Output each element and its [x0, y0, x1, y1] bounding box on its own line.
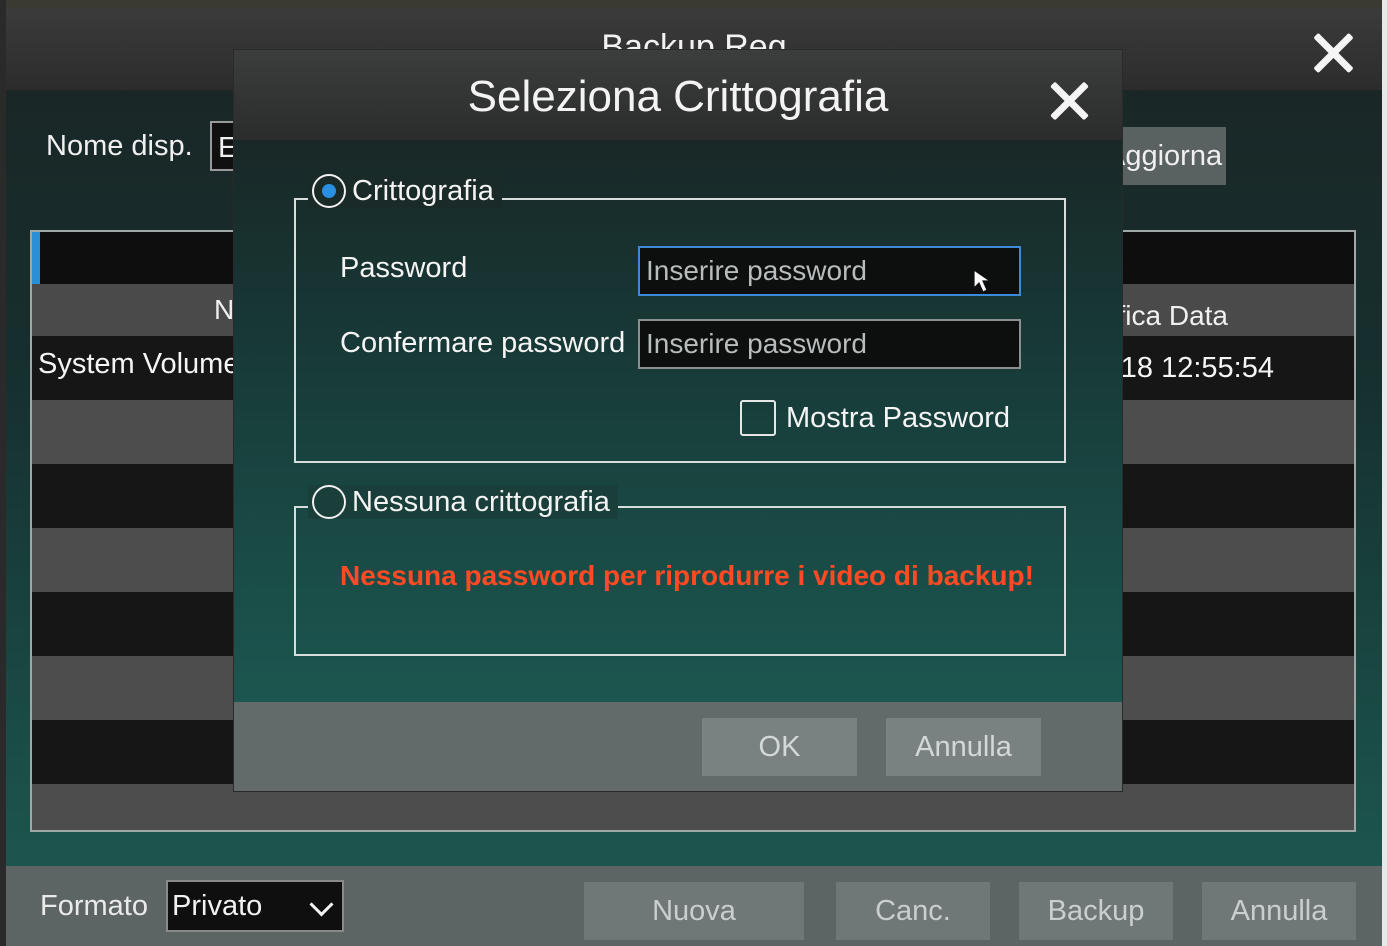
- password-input[interactable]: [638, 246, 1021, 296]
- new-button[interactable]: Nuova: [584, 882, 804, 940]
- progress-fill: [32, 232, 40, 284]
- chevron-down-icon: [309, 892, 334, 917]
- no-encryption-option[interactable]: Nessuna crittografia: [308, 485, 618, 519]
- encryption-dialog: Seleziona Crittografia Crittografia Pass…: [234, 50, 1122, 791]
- refresh-button[interactable]: Aggiorna: [1106, 127, 1226, 185]
- format-select[interactable]: Privato: [166, 880, 344, 932]
- monitor-bezel-top: [0, 0, 1387, 8]
- backup-window-footer: Formato Privato Nuova Canc. Backup Annul…: [6, 866, 1382, 946]
- dialog-titlebar: Seleziona Crittografia: [234, 50, 1122, 140]
- password-label: Password: [340, 252, 468, 284]
- table-row-empty: [32, 784, 1354, 830]
- encryption-option-label: Crittografia: [352, 174, 494, 207]
- no-encryption-option-label: Nessuna crittografia: [352, 485, 610, 518]
- dialog-title: Seleziona Crittografia: [467, 72, 889, 121]
- dialog-cancel-button[interactable]: Annulla: [886, 718, 1041, 776]
- show-password-checkbox[interactable]: [740, 400, 776, 436]
- confirm-password-label: Confermare password: [340, 327, 626, 359]
- device-name-label: Nome disp.: [46, 130, 193, 162]
- encryption-option[interactable]: Crittografia: [308, 174, 502, 208]
- show-password-label[interactable]: Mostra Password: [786, 402, 1010, 435]
- cancel-button[interactable]: Annulla: [1202, 882, 1356, 940]
- backup-button[interactable]: Backup: [1019, 882, 1173, 940]
- monitor-bezel-right: [1382, 0, 1387, 946]
- mouse-pointer-icon: [973, 268, 992, 293]
- confirm-password-input[interactable]: [638, 319, 1021, 369]
- ok-button[interactable]: OK: [702, 718, 857, 776]
- delete-button[interactable]: Canc.: [836, 882, 990, 940]
- format-label: Formato: [40, 890, 148, 922]
- dialog-footer: OK Annulla: [234, 702, 1122, 791]
- encryption-radio[interactable]: [312, 174, 346, 208]
- close-icon[interactable]: [1310, 30, 1356, 76]
- close-icon[interactable]: [1048, 80, 1090, 122]
- no-encryption-radio[interactable]: [312, 485, 346, 519]
- format-select-value: Privato: [172, 890, 263, 922]
- no-password-warning: Nessuna password per riprodurre i video …: [340, 560, 1034, 591]
